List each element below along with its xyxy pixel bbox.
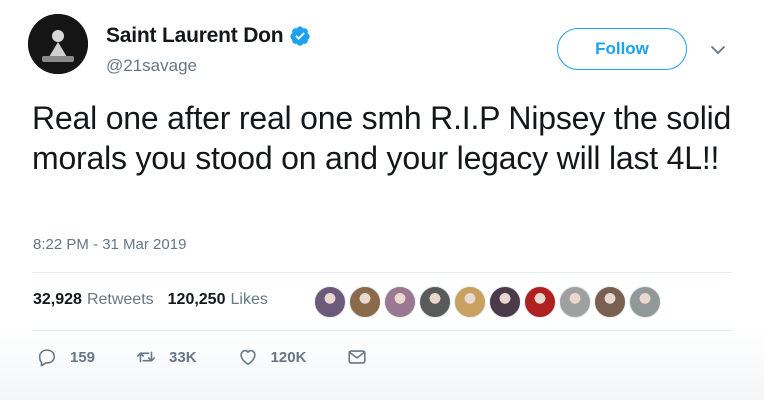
liker-avatar[interactable]: [419, 286, 451, 318]
divider: [32, 272, 732, 273]
retweets-count: 32,928: [33, 291, 82, 308]
like-count: 120K: [270, 348, 307, 366]
liker-avatar[interactable]: [384, 286, 416, 318]
retweets-stat[interactable]: 32,928 Retweets: [33, 291, 154, 309]
liker-avatar[interactable]: [454, 286, 486, 318]
heart-icon: [239, 349, 256, 366]
retweets-label: Retweets: [86, 291, 154, 308]
user-handle[interactable]: @21savage: [106, 56, 197, 76]
direct-message-button[interactable]: [346, 346, 368, 368]
liker-avatar[interactable]: [314, 286, 346, 318]
avatar[interactable]: [28, 14, 88, 74]
tweet-timestamp[interactable]: 8:22 PM - 31 Mar 2019: [33, 236, 186, 253]
envelope-icon: [348, 350, 366, 364]
follow-button[interactable]: Follow: [557, 28, 687, 70]
liker-avatar[interactable]: [594, 286, 626, 318]
reply-count: 159: [70, 348, 96, 366]
liker-avatar[interactable]: [559, 286, 591, 318]
likers-avatars: [314, 286, 664, 318]
reply-icon: [38, 349, 56, 367]
divider: [32, 330, 732, 331]
retweet-button[interactable]: 33K: [135, 346, 197, 368]
verified-badge-icon: [289, 25, 311, 47]
likes-stat[interactable]: 120,250 Likes: [168, 291, 268, 309]
likes-label: Likes: [230, 291, 268, 308]
action-bar: 159 33K 120K: [36, 346, 408, 368]
display-name[interactable]: Saint Laurent Don: [106, 24, 284, 48]
name-row: Saint Laurent Don: [106, 24, 311, 48]
engagement-stats: 32,928 Retweets 120,250 Likes: [33, 291, 282, 309]
liker-avatar[interactable]: [349, 286, 381, 318]
liker-avatar[interactable]: [629, 286, 661, 318]
tweet-text: Real one after real one smh R.I.P Nipsey…: [32, 100, 732, 176]
reply-button[interactable]: 159: [36, 346, 95, 368]
avatar-image: [28, 14, 88, 74]
tweet-card: Saint Laurent Don @21savage Follow Real …: [0, 0, 764, 400]
retweet-count: 33K: [169, 348, 197, 366]
retweet-icon: [137, 351, 156, 363]
likes-count: 120,250: [167, 291, 226, 308]
liker-avatar[interactable]: [489, 286, 521, 318]
liker-avatar[interactable]: [524, 286, 556, 318]
like-button[interactable]: 120K: [237, 346, 307, 368]
chevron-down-icon[interactable]: [708, 40, 728, 60]
